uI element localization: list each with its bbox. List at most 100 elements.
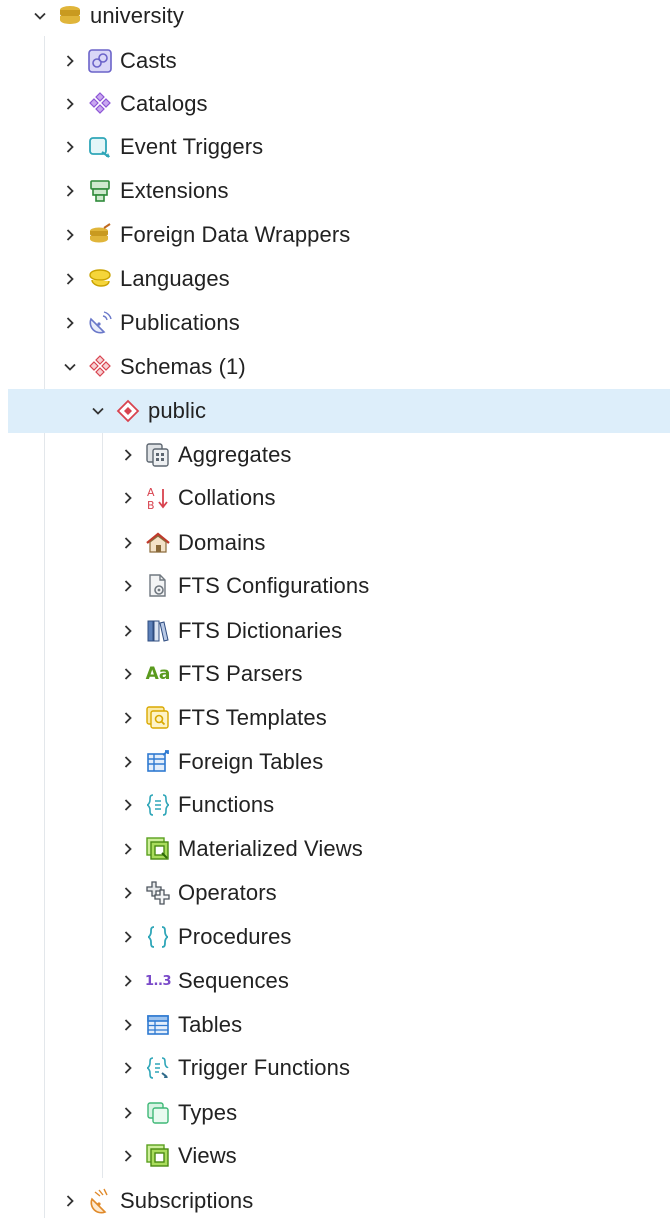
casts-icon: [86, 47, 114, 75]
tree-node-materialized-views[interactable]: Materialized Views: [0, 827, 670, 871]
tree-node-label: Types: [178, 1100, 238, 1125]
tree-node-label: FTS Dictionaries: [178, 618, 343, 643]
chevron-right-icon[interactable]: [60, 269, 80, 289]
fts-dictionaries-icon: [144, 617, 172, 645]
views-icon: [144, 1142, 172, 1170]
chevron-right-icon[interactable]: [118, 488, 138, 508]
chevron-right-icon[interactable]: [118, 533, 138, 553]
tree-node-schemas[interactable]: Schemas (1): [0, 345, 670, 389]
tree-node-functions[interactable]: Functions: [0, 783, 670, 827]
foreign-tables-icon: [144, 748, 172, 776]
tree-node-label: Foreign Tables: [178, 749, 324, 774]
database-icon: [56, 2, 84, 30]
chevron-right-icon[interactable]: [118, 576, 138, 596]
tree-node-label: university: [90, 3, 184, 28]
chevron-right-icon[interactable]: [118, 839, 138, 859]
tree-node-collations[interactable]: AB Collations: [0, 476, 670, 520]
aggregates-icon: [144, 441, 172, 469]
chevron-right-icon[interactable]: [60, 225, 80, 245]
chevron-right-icon[interactable]: [118, 708, 138, 728]
foreign-data-wrappers-icon: [86, 221, 114, 249]
tree-node-event-triggers[interactable]: Event Triggers: [0, 125, 670, 169]
chevron-right-icon[interactable]: [118, 1015, 138, 1035]
tree-node-label: Languages: [120, 266, 230, 291]
chevron-right-icon[interactable]: [118, 1103, 138, 1123]
chevron-right-icon[interactable]: [118, 883, 138, 903]
sequences-glyph: 1..3: [145, 973, 171, 989]
domains-icon: [144, 529, 172, 557]
chevron-right-icon[interactable]: [118, 1146, 138, 1166]
tree-node-university[interactable]: university: [0, 0, 670, 38]
chevron-right-icon[interactable]: [118, 927, 138, 947]
tree-node-catalogs[interactable]: Catalogs: [0, 82, 670, 126]
tree-node-label: Sequences: [178, 968, 289, 993]
chevron-down-icon[interactable]: [60, 357, 80, 377]
tree-node-label: Functions: [178, 792, 275, 817]
tree-node-tables[interactable]: Tables: [0, 1003, 670, 1047]
tree-node-publications[interactable]: Publications: [0, 301, 670, 345]
chevron-right-icon[interactable]: [118, 621, 138, 641]
tree-node-label: Tables: [178, 1012, 243, 1037]
tree-node-extensions[interactable]: Extensions: [0, 169, 670, 213]
tree-node-foreign-data-wrappers[interactable]: Foreign Data Wrappers: [0, 213, 670, 257]
tree-node-label: FTS Configurations: [178, 573, 370, 598]
catalogs-icon: [86, 90, 114, 118]
tree-node-domains[interactable]: Domains: [0, 521, 670, 565]
tree-node-label: Foreign Data Wrappers: [120, 222, 351, 247]
tree-node-casts[interactable]: Casts: [0, 39, 670, 83]
tree-node-operators[interactable]: Operators: [0, 871, 670, 915]
tree-node-fts-parsers[interactable]: Aa FTS Parsers: [0, 652, 670, 696]
chevron-right-icon[interactable]: [60, 313, 80, 333]
subscriptions-icon: [86, 1187, 114, 1215]
tree-node-foreign-tables[interactable]: Foreign Tables: [0, 740, 670, 784]
schema-icon: [114, 397, 142, 425]
tree-node-fts-configurations[interactable]: FTS Configurations: [0, 564, 670, 608]
tree-node-label: Procedures: [178, 924, 292, 949]
tree-node-aggregates[interactable]: Aggregates: [0, 433, 670, 477]
chevron-right-icon[interactable]: [118, 795, 138, 815]
fts-configurations-icon: [144, 572, 172, 600]
tree-node-trigger-functions[interactable]: Trigger Functions: [0, 1046, 670, 1090]
tree-node-label: Materialized Views: [178, 836, 363, 861]
chevron-right-icon[interactable]: [60, 94, 80, 114]
chevron-right-icon[interactable]: [118, 445, 138, 465]
operators-icon: [144, 879, 172, 907]
languages-icon: [86, 265, 114, 293]
svg-text:A: A: [147, 486, 155, 499]
tree-node-sequences[interactable]: 1..3 Sequences: [0, 959, 670, 1003]
sequences-icon: 1..3: [144, 967, 172, 995]
tree-node-label: Views: [178, 1143, 237, 1168]
tree-node-procedures[interactable]: Procedures: [0, 915, 670, 959]
chevron-right-icon[interactable]: [60, 1191, 80, 1211]
extensions-icon: [86, 177, 114, 205]
tree-node-label: Catalogs: [120, 91, 208, 116]
procedures-icon: [144, 923, 172, 951]
chevron-right-icon[interactable]: [118, 752, 138, 772]
tree-node-languages[interactable]: Languages: [0, 257, 670, 301]
chevron-right-icon[interactable]: [60, 137, 80, 157]
chevron-down-icon[interactable]: [30, 6, 50, 26]
tree-node-subscriptions[interactable]: Subscriptions: [0, 1179, 670, 1223]
tree-node-label: Publications: [120, 310, 240, 335]
tree-node-label: public: [148, 398, 207, 423]
types-icon: [144, 1099, 172, 1127]
tree-node-views[interactable]: Views: [0, 1134, 670, 1178]
tree-node-types[interactable]: Types: [0, 1091, 670, 1135]
trigger-functions-icon: [144, 1054, 172, 1082]
chevron-right-icon[interactable]: [60, 51, 80, 71]
tree-node-label: Operators: [178, 880, 277, 905]
functions-icon: [144, 791, 172, 819]
event-triggers-icon: [86, 133, 114, 161]
chevron-right-icon[interactable]: [118, 971, 138, 991]
chevron-right-icon[interactable]: [118, 664, 138, 684]
tree-node-label: Subscriptions: [120, 1188, 254, 1213]
chevron-down-icon[interactable]: [88, 401, 108, 421]
tree-node-fts-templates[interactable]: FTS Templates: [0, 696, 670, 740]
tree-node-public[interactable]: public: [8, 389, 670, 433]
tree-node-label: Event Triggers: [120, 134, 264, 159]
chevron-right-icon[interactable]: [118, 1058, 138, 1078]
tree-node-label: FTS Templates: [178, 705, 327, 730]
chevron-right-icon[interactable]: [60, 181, 80, 201]
tree-node-label: Trigger Functions: [178, 1055, 351, 1080]
tree-node-fts-dictionaries[interactable]: FTS Dictionaries: [0, 609, 670, 653]
